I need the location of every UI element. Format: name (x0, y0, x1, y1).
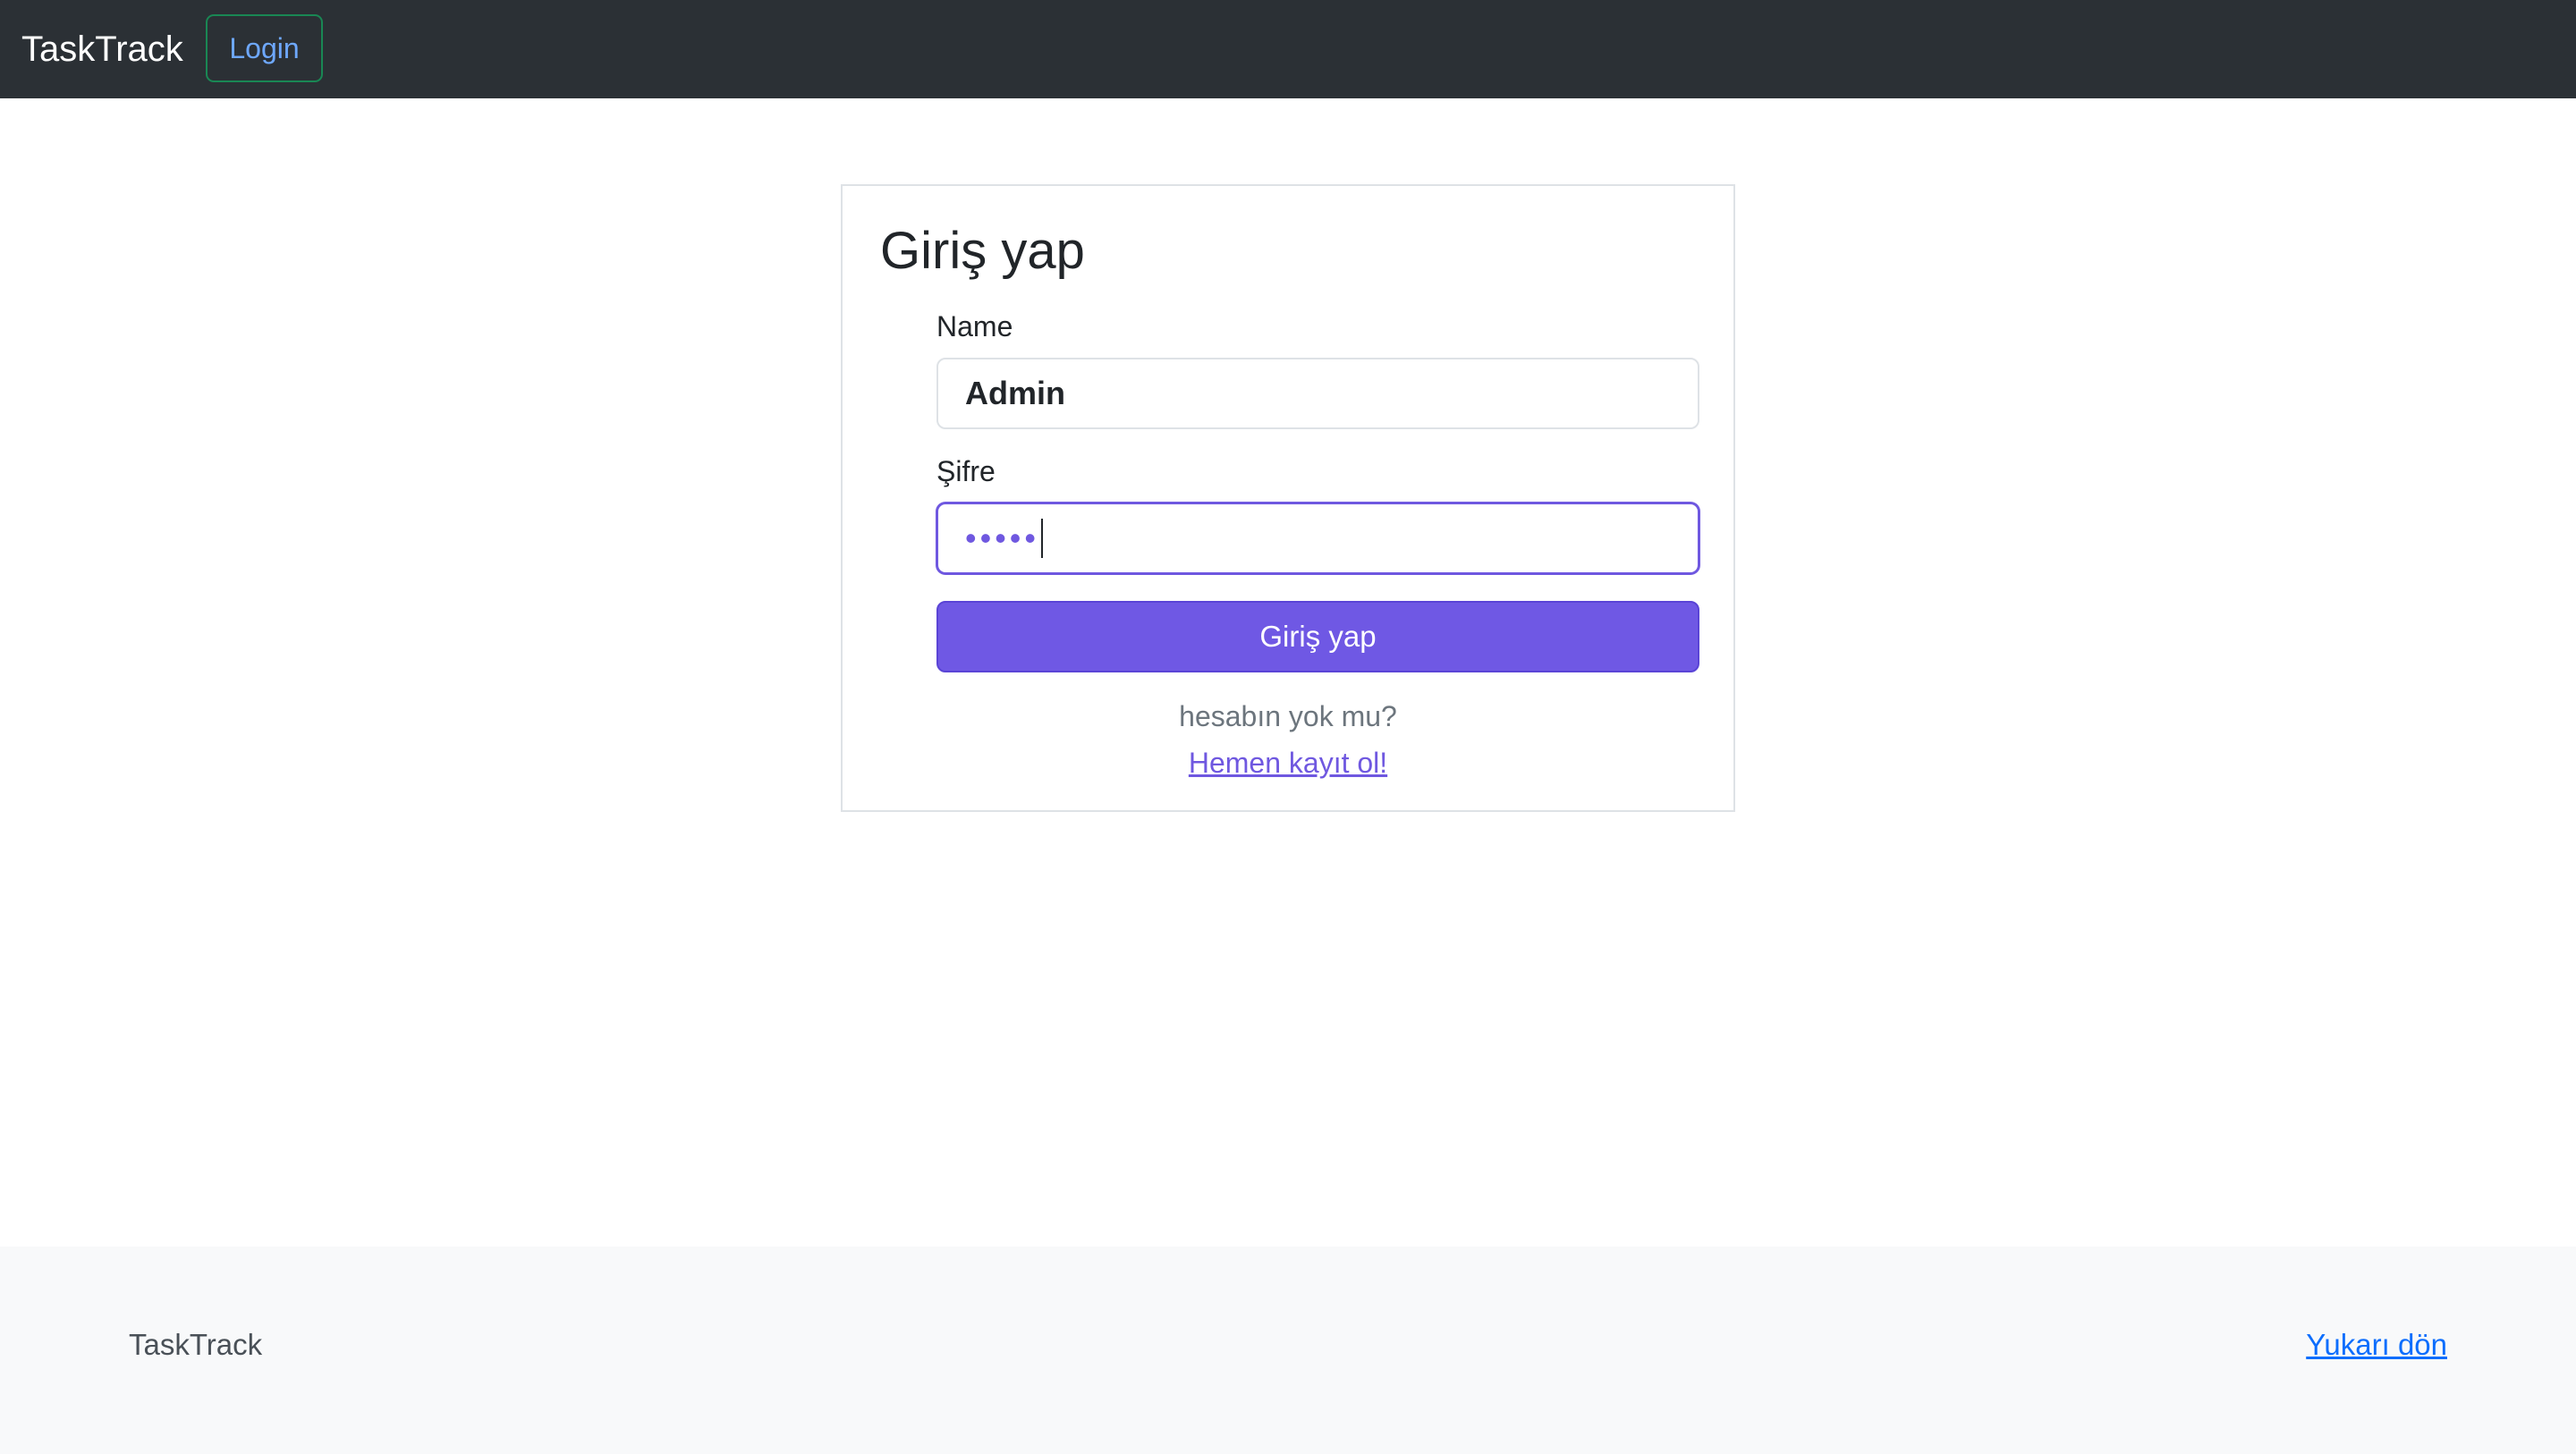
no-account-text: hesabın yok mu? (1179, 700, 1397, 732)
name-input-value: Admin (965, 375, 1065, 411)
login-title: Giriş yap (880, 222, 1085, 280)
page-footer: TaskTrack Yukarı dön (0, 1247, 2576, 1454)
password-input-value: ••••• (965, 520, 1040, 556)
login-card: Giriş yap Name Admin Şifre ••••• Giriş y… (841, 184, 1735, 812)
login-nav-button[interactable]: Login (206, 14, 323, 82)
name-input[interactable]: Admin (936, 358, 1699, 429)
login-submit-button[interactable]: Giriş yap (936, 601, 1699, 672)
footer-brand: TaskTrack (129, 1328, 263, 1361)
register-link-wrapper: Hemen kayıt ol! (843, 746, 1733, 780)
top-navbar: TaskTrack Login (0, 0, 2576, 98)
password-input[interactable]: ••••• (936, 503, 1699, 574)
name-label: Name (936, 310, 1013, 342)
password-label: Şifre (936, 455, 996, 487)
text-caret (1041, 519, 1044, 558)
navbar-brand[interactable]: TaskTrack (21, 0, 183, 98)
back-to-top-link[interactable]: Yukarı dön (2306, 1327, 2447, 1363)
register-link[interactable]: Hemen kayıt ol! (1189, 747, 1387, 779)
